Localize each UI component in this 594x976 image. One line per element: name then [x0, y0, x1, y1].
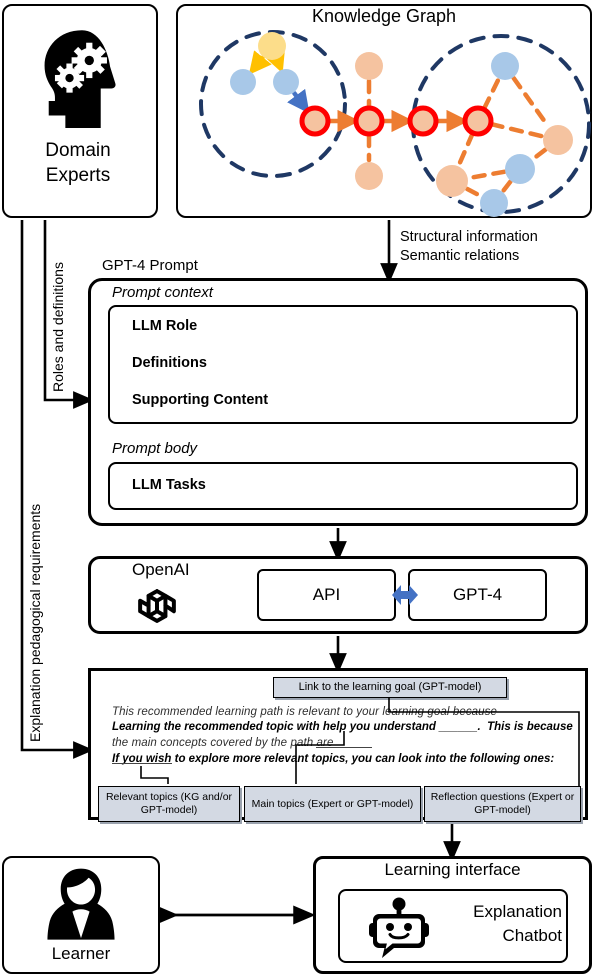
kg-edge	[531, 147, 548, 161]
gpt4-label: GPT-4	[452, 585, 503, 604]
kg-node	[505, 154, 535, 184]
kg-node	[491, 52, 519, 80]
prompt-context-box: LLM Role Definitions Supporting Content	[108, 305, 578, 424]
prompt-row: LLM Tasks	[110, 470, 576, 504]
main-topics-chip: Main topics (Expert or GPT-model)	[244, 786, 421, 822]
kg-edge	[489, 121, 544, 139]
kg-node	[273, 69, 299, 95]
reflection-questions-chip: Reflection questions (Expert or GPT-mode…	[424, 786, 581, 822]
kg-edge	[481, 78, 501, 111]
gpt4-model-box: GPT-4	[408, 569, 547, 621]
bidirectional-arrow-icon	[392, 585, 418, 605]
blank-underline	[112, 763, 172, 764]
learning-interface-title: Learning interface	[384, 860, 521, 879]
api-box: API	[257, 569, 396, 621]
prompt-row-label: Definitions	[132, 355, 207, 371]
kg-edge	[511, 75, 551, 129]
kg-node	[436, 165, 468, 197]
chatbot-label: Explanation Chatbot	[473, 902, 562, 945]
kg-node-highlighted	[353, 105, 385, 137]
kg-edge	[248, 50, 272, 75]
kg-edge	[264, 48, 285, 74]
explanation-line: If you wish to explore more relevant top…	[112, 753, 555, 765]
kg-node-highlighted	[407, 105, 439, 137]
prompt-row: LLM Role	[110, 311, 576, 345]
knowledge-graph-visual	[199, 30, 591, 217]
kg-node	[230, 69, 256, 95]
prompt-row: Definitions	[110, 348, 576, 382]
prompt-body-box: LLM Tasks	[108, 462, 578, 510]
kg-node-highlighted	[299, 105, 331, 137]
explanation-line: the main concepts covered by the path ar…	[112, 737, 334, 749]
kg-node-highlighted	[462, 105, 494, 137]
openai-title: OpenAI	[132, 560, 190, 579]
domain-experts-label: Domain Experts	[45, 140, 111, 186]
prompt-row-label: LLM Tasks	[132, 477, 206, 493]
gpt4-prompt-title: GPT-4 Prompt	[102, 257, 198, 274]
kg-node	[355, 162, 383, 190]
roles-and-definitions-label: Roles and definitions	[50, 262, 66, 392]
link-to-learning-goal-chip: Link to the learning goal (GPT-model)	[273, 677, 507, 698]
kg-node	[480, 189, 508, 217]
explanation-requirements-label: Explanation pedagogical requirements	[27, 503, 43, 742]
openai-logo-icon	[138, 589, 176, 623]
kg-to-prompt-label: Structural information Semantic relation…	[400, 229, 538, 264]
robot-chat-icon	[369, 897, 429, 958]
kg-edge	[456, 131, 475, 167]
kg-edge	[287, 88, 310, 114]
blank-underline	[316, 747, 372, 748]
prompt-body-label: Prompt body	[112, 440, 198, 457]
learner-label: Learner	[51, 944, 111, 963]
kg-edge	[464, 186, 483, 198]
prompt-context-label: Prompt context	[112, 284, 213, 301]
kg-node	[543, 125, 573, 155]
kg-node	[355, 52, 383, 80]
prompt-row: Supporting Content	[110, 385, 576, 419]
head-with-gears-icon	[44, 30, 116, 128]
explanation-line: Learning the recommended topic with help…	[112, 721, 573, 733]
kg-node	[258, 32, 286, 60]
explanation-line: This recommended learning path is releva…	[112, 706, 498, 718]
api-label: API	[312, 585, 341, 604]
person-avatar-icon	[47, 868, 115, 940]
kg-nodes	[230, 32, 573, 217]
kg-edge	[501, 179, 513, 193]
prompt-row-label: LLM Role	[132, 318, 198, 334]
relevant-topics-chip: Relevant topics (KG and/or GPT-model)	[98, 786, 240, 822]
prompt-row-label: Supporting Content	[132, 392, 269, 408]
kg-edge	[467, 169, 507, 181]
